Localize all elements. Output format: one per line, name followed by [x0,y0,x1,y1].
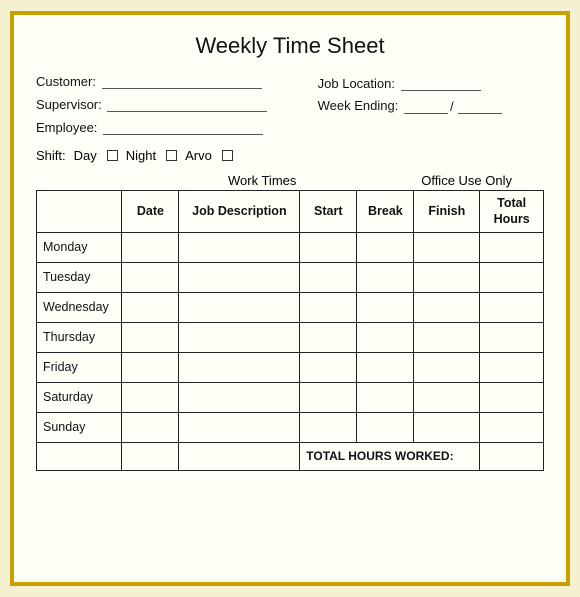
form-right: Job Location: Week Ending: / [318,73,544,163]
shift-night-checkbox[interactable] [166,150,177,161]
total-hours-worked-value[interactable] [480,442,544,470]
start-saturday[interactable] [300,382,357,412]
week-ending-year-underline [458,98,502,114]
table-row-thursday: Thursday [37,322,544,352]
jobdesc-saturday[interactable] [179,382,300,412]
total-row-empty1 [37,442,122,470]
timesheet-page: Weekly Time Sheet Customer: Supervisor: … [10,11,570,586]
total-row-empty3 [179,442,300,470]
customer-field: Customer: [36,73,308,89]
start-wednesday[interactable] [300,292,357,322]
week-ending-field: Week Ending: / [318,98,544,114]
start-tuesday[interactable] [300,262,357,292]
table-row-monday: Monday [37,232,544,262]
date-sunday[interactable] [122,412,179,442]
total-row-empty2 [122,442,179,470]
col-header-finish: Finish [414,191,480,233]
jobdesc-sunday[interactable] [179,412,300,442]
shift-day-label: Day [74,148,97,163]
day-sunday: Sunday [37,412,122,442]
jobdesc-wednesday[interactable] [179,292,300,322]
total-wednesday[interactable] [480,292,544,322]
day-wednesday: Wednesday [37,292,122,322]
finish-thursday[interactable] [414,322,480,352]
break-saturday[interactable] [357,382,414,412]
table-row-friday: Friday [37,352,544,382]
total-thursday[interactable] [480,322,544,352]
shift-arvo-label: Arvo [185,148,212,163]
col-header-date: Date [122,191,179,233]
break-monday[interactable] [357,232,414,262]
finish-wednesday[interactable] [414,292,480,322]
date-saturday[interactable] [122,382,179,412]
total-friday[interactable] [480,352,544,382]
table-header-row: Date Job Description Start Break Finish … [37,191,544,233]
col-header-start: Start [300,191,357,233]
supervisor-underline [107,96,267,112]
shift-night-label: Night [126,148,156,163]
table-row-sunday: Sunday [37,412,544,442]
form-left: Customer: Supervisor: Employee: Shift: D… [36,73,308,163]
date-monday[interactable] [122,232,179,262]
date-wednesday[interactable] [122,292,179,322]
col-header-jobdesc: Job Description [179,191,300,233]
col-header-day [37,191,122,233]
shift-row: Shift: Day Night Arvo [36,148,308,163]
date-friday[interactable] [122,352,179,382]
date-thursday[interactable] [122,322,179,352]
day-saturday: Saturday [37,382,122,412]
col-header-total: TotalHours [480,191,544,233]
jobdesc-monday[interactable] [179,232,300,262]
break-sunday[interactable] [357,412,414,442]
finish-friday[interactable] [414,352,480,382]
table-total-row: TOTAL HOURS WORKED: [37,442,544,470]
table-row-wednesday: Wednesday [37,292,544,322]
timesheet-table: Date Job Description Start Break Finish … [36,190,544,471]
shift-day-checkbox[interactable] [107,150,118,161]
total-sunday[interactable] [480,412,544,442]
start-thursday[interactable] [300,322,357,352]
finish-saturday[interactable] [414,382,480,412]
jobdesc-friday[interactable] [179,352,300,382]
supervisor-field: Supervisor: [36,96,308,112]
day-friday: Friday [37,352,122,382]
shift-arvo-checkbox[interactable] [222,150,233,161]
finish-tuesday[interactable] [414,262,480,292]
start-sunday[interactable] [300,412,357,442]
break-thursday[interactable] [357,322,414,352]
page-title: Weekly Time Sheet [36,33,544,59]
break-friday[interactable] [357,352,414,382]
date-tuesday[interactable] [122,262,179,292]
table-row-saturday: Saturday [37,382,544,412]
break-wednesday[interactable] [357,292,414,322]
jobdesc-thursday[interactable] [179,322,300,352]
jobdesc-tuesday[interactable] [179,262,300,292]
work-times-label: Work Times [228,173,296,188]
col-header-break: Break [357,191,414,233]
employee-field: Employee: [36,119,308,135]
finish-sunday[interactable] [414,412,480,442]
form-section: Customer: Supervisor: Employee: Shift: D… [36,73,544,163]
start-friday[interactable] [300,352,357,382]
job-location-underline [401,75,481,91]
table-subheader: Work Times Office Use Only [36,173,544,188]
total-monday[interactable] [480,232,544,262]
day-tuesday: Tuesday [37,262,122,292]
break-tuesday[interactable] [357,262,414,292]
week-ending-date-underline [404,98,448,114]
total-saturday[interactable] [480,382,544,412]
employee-underline [103,119,263,135]
start-monday[interactable] [300,232,357,262]
total-tuesday[interactable] [480,262,544,292]
day-monday: Monday [37,232,122,262]
customer-underline [102,73,262,89]
finish-monday[interactable] [414,232,480,262]
day-thursday: Thursday [37,322,122,352]
job-location-field: Job Location: [318,75,544,91]
table-row-tuesday: Tuesday [37,262,544,292]
office-use-label: Office Use Only [421,173,512,188]
total-hours-worked-label: TOTAL HOURS WORKED: [300,442,480,470]
